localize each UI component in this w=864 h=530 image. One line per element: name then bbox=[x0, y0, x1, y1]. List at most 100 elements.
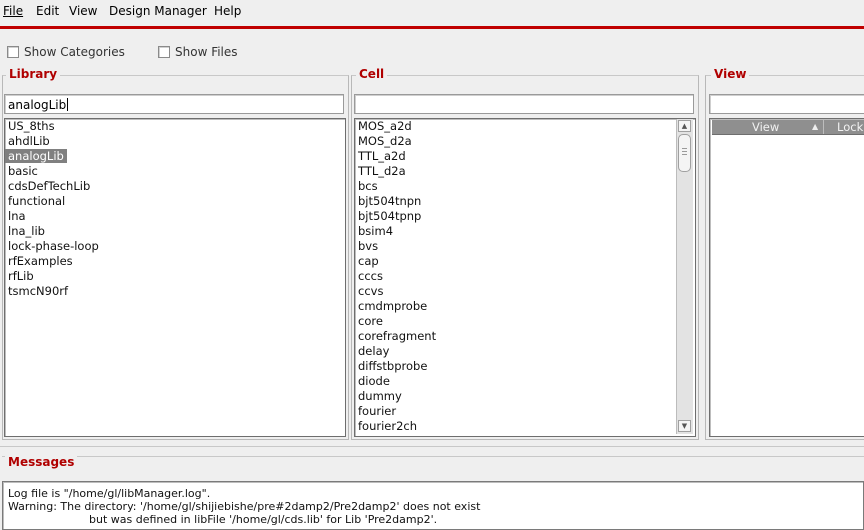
library-item-label: lna bbox=[8, 209, 26, 223]
menu-view[interactable]: View bbox=[69, 4, 97, 18]
messages-log[interactable]: Log file is "/home/gl/libManager.log". W… bbox=[2, 481, 864, 530]
show-categories-checkbox[interactable] bbox=[7, 46, 19, 58]
library-list-item[interactable]: lock-phase-loop bbox=[5, 239, 345, 254]
library-item-label: rfLib bbox=[8, 269, 34, 283]
scroll-up-arrow-icon[interactable]: ▲ bbox=[678, 120, 691, 132]
cell-list[interactable]: MOS_a2d MOS_d2a TTL_a2d TTL_d2a bcs bjt504tnp… bbox=[354, 118, 696, 437]
cell-list-item[interactable]: bvs bbox=[355, 239, 695, 254]
cell-list-item[interactable]: bcs bbox=[355, 179, 695, 194]
cell-item-label: TTL_a2d bbox=[358, 149, 406, 163]
text-caret bbox=[67, 98, 69, 111]
library-list-item[interactable]: US_8ths bbox=[5, 119, 345, 134]
library-list-item[interactable]: cdsDefTechLib bbox=[5, 179, 345, 194]
cell-list-item[interactable]: fourier bbox=[355, 404, 695, 419]
library-filter-input[interactable]: analogLib bbox=[4, 94, 344, 114]
cell-item-label: bcs bbox=[358, 179, 378, 193]
scrollbar-grip bbox=[682, 154, 687, 155]
messages-panel bbox=[2, 456, 864, 477]
library-item-label: functional bbox=[8, 194, 66, 208]
cell-list-item[interactable]: MOS_d2a bbox=[355, 134, 695, 149]
scrollbar-grip bbox=[682, 151, 687, 152]
cell-item-label: delay bbox=[358, 344, 390, 358]
view-table-header: View ▲ Lock bbox=[712, 120, 864, 135]
library-item-label: cdsDefTechLib bbox=[8, 179, 91, 193]
cell-list-item[interactable]: fourier2ch bbox=[355, 419, 695, 434]
messages-divider bbox=[0, 446, 864, 447]
library-list-item[interactable]: analogLib bbox=[5, 149, 345, 164]
messages-title: Messages bbox=[5, 455, 78, 469]
scroll-down-arrow-icon[interactable]: ▼ bbox=[678, 420, 691, 432]
menu-bar: File Edit View Design Manager Help bbox=[0, 0, 864, 26]
library-list-item[interactable]: ahdlLib bbox=[5, 134, 345, 149]
library-list-item[interactable]: functional bbox=[5, 194, 345, 209]
cell-list-item[interactable]: core bbox=[355, 314, 695, 329]
library-item-label: analogLib bbox=[5, 149, 67, 163]
cell-filter-input[interactable] bbox=[354, 94, 694, 114]
menu-edit[interactable]: Edit bbox=[36, 4, 59, 18]
message-line: Warning: The directory: '/home/gl/shijie… bbox=[8, 500, 481, 513]
cell-item-label: fourier bbox=[358, 404, 397, 418]
show-categories-label: Show Categories bbox=[24, 45, 125, 59]
cell-list-item[interactable]: cmdmprobe bbox=[355, 299, 695, 314]
cell-item-label: bjt504tnpn bbox=[358, 194, 422, 208]
library-item-label: lock-phase-loop bbox=[8, 239, 99, 253]
library-list-item[interactable]: lna bbox=[5, 209, 345, 224]
library-list-item[interactable]: rfExamples bbox=[5, 254, 345, 269]
library-list-item[interactable]: tsmcN90rf bbox=[5, 284, 345, 299]
menu-separator-line bbox=[0, 26, 864, 29]
library-list[interactable]: US_8ths ahdlLib analogLib basic cdsDefTechLi… bbox=[4, 118, 346, 437]
library-item-label: tsmcN90rf bbox=[8, 284, 69, 298]
library-title: Library bbox=[6, 67, 61, 81]
menu-help[interactable]: Help bbox=[214, 4, 241, 18]
library-list-item[interactable]: basic bbox=[5, 164, 345, 179]
library-item-label: rfExamples bbox=[8, 254, 73, 268]
cell-item-label: MOS_a2d bbox=[358, 119, 412, 133]
cell-list-item[interactable]: diode bbox=[355, 374, 695, 389]
cell-item-label: corefragment bbox=[358, 329, 437, 343]
cell-item-label: bsim4 bbox=[358, 224, 394, 238]
view-column-header[interactable]: View bbox=[752, 120, 779, 134]
cell-list-scrollbar[interactable]: ▲ ▼ bbox=[676, 119, 693, 434]
cell-item-label: bjt504tpnp bbox=[358, 209, 422, 223]
cell-list-item[interactable]: ccvs bbox=[355, 284, 695, 299]
cell-list-item[interactable]: cap bbox=[355, 254, 695, 269]
cell-list-item[interactable]: MOS_a2d bbox=[355, 119, 695, 134]
cell-item-label: cap bbox=[358, 254, 379, 268]
cell-list-item[interactable]: corefragment bbox=[355, 329, 695, 344]
library-item-label: basic bbox=[8, 164, 38, 178]
cell-list-item[interactable]: delay bbox=[355, 344, 695, 359]
menu-file[interactable]: File bbox=[3, 4, 23, 18]
cell-item-label: fourier2ch bbox=[358, 419, 418, 433]
view-title: View bbox=[711, 67, 750, 81]
cell-list-item[interactable]: TTL_a2d bbox=[355, 149, 695, 164]
cell-item-label: TTL_d2a bbox=[358, 164, 406, 178]
cell-item-label: cmdmprobe bbox=[358, 299, 428, 313]
view-filter-input[interactable] bbox=[709, 94, 864, 114]
view-table[interactable]: View ▲ Lock bbox=[709, 118, 864, 437]
cell-item-label: dummy bbox=[358, 389, 402, 403]
library-item-label: lna_lib bbox=[8, 224, 45, 238]
cell-item-label: core bbox=[358, 314, 383, 328]
cell-item-label: diode bbox=[358, 374, 390, 388]
cell-item-label: diffstbprobe bbox=[358, 359, 428, 373]
cell-item-label: ccvs bbox=[358, 284, 384, 298]
menu-design-manager[interactable]: Design Manager bbox=[109, 4, 207, 18]
lock-column-header[interactable]: Lock bbox=[837, 120, 863, 134]
sort-ascending-icon: ▲ bbox=[812, 122, 819, 131]
show-files-checkbox[interactable] bbox=[158, 46, 170, 58]
library-list-item[interactable]: lna_lib bbox=[5, 224, 345, 239]
cell-list-item[interactable]: bjt504tnpn bbox=[355, 194, 695, 209]
scrollbar-thumb[interactable] bbox=[678, 134, 691, 172]
message-line: but was defined in libFile '/home/gl/cds… bbox=[89, 513, 438, 526]
cell-list-item[interactable]: TTL_d2a bbox=[355, 164, 695, 179]
scrollbar-grip bbox=[682, 148, 687, 149]
cell-list-item[interactable]: dummy bbox=[355, 389, 695, 404]
library-list-item[interactable]: rfLib bbox=[5, 269, 345, 284]
cell-list-item[interactable]: diffstbprobe bbox=[355, 359, 695, 374]
cell-title: Cell bbox=[356, 67, 388, 81]
cell-list-item[interactable]: cccs bbox=[355, 269, 695, 284]
message-line: Log file is "/home/gl/libManager.log". bbox=[8, 487, 211, 500]
cell-item-label: MOS_d2a bbox=[358, 134, 412, 148]
cell-list-item[interactable]: bsim4 bbox=[355, 224, 695, 239]
cell-list-item[interactable]: bjt504tpnp bbox=[355, 209, 695, 224]
